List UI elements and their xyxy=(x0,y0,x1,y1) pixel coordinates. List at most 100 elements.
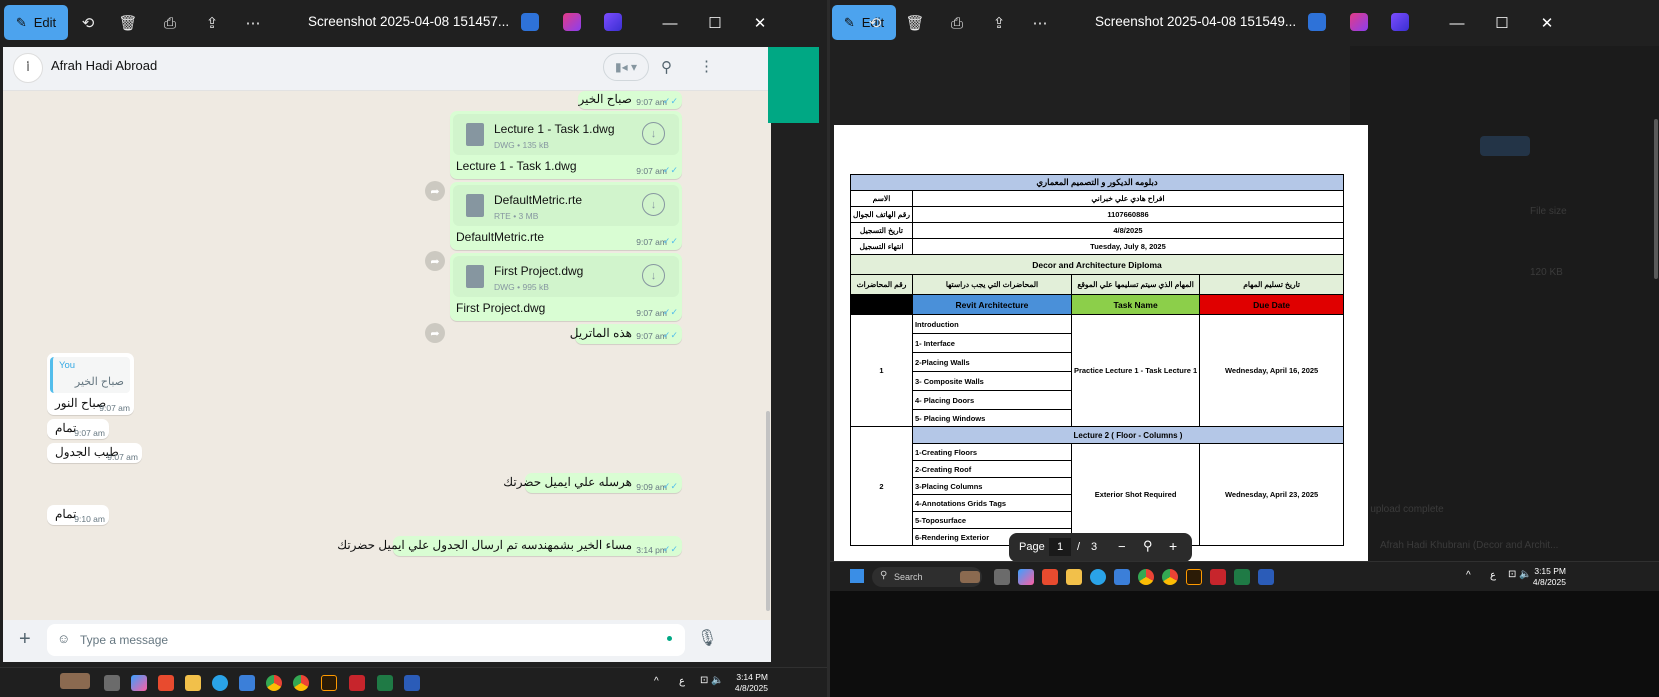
clipchamp-icon[interactable] xyxy=(1391,13,1409,31)
view-toggle[interactable] xyxy=(1480,136,1530,156)
print-icon[interactable]: ⎙ xyxy=(158,11,182,35)
message-bubble[interactable]: صباح الخير 9:07 am ✓✓ xyxy=(578,91,682,109)
file-explorer-icon[interactable] xyxy=(185,675,201,691)
document-icon xyxy=(466,265,484,288)
copilot-taskbar-icon[interactable] xyxy=(1018,569,1034,585)
snipping-tool-icon[interactable] xyxy=(1042,569,1058,585)
start-icon[interactable] xyxy=(850,569,864,583)
mcafee-icon[interactable] xyxy=(349,675,365,691)
close-icon[interactable]: ✕ xyxy=(749,12,771,34)
message-bubble[interactable]: You صباح الخير صباح النور 9:07 am xyxy=(47,353,134,415)
more-options-icon[interactable]: ⋯ xyxy=(1028,11,1052,35)
minimize-icon[interactable]: — xyxy=(1446,12,1468,34)
file-attachment[interactable]: First Project.dwg DWG • 995 kB ↓ xyxy=(453,256,679,297)
task-view-icon[interactable] xyxy=(994,569,1010,585)
forward-icon[interactable]: ➦ xyxy=(425,251,445,271)
message-bubble[interactable]: تمام 9:10 am xyxy=(47,505,109,525)
network-sound-icon[interactable]: ⊡ 🔈 xyxy=(1508,569,1532,580)
taskbar-search[interactable]: ⚲ Search xyxy=(872,567,982,587)
taskbar-clock[interactable]: 3:15 PM 4/8/2025 xyxy=(1530,566,1566,588)
close-icon[interactable]: ✕ xyxy=(1536,12,1558,34)
download-icon[interactable]: ↓ xyxy=(642,122,665,145)
quoted-message[interactable]: You صباح الخير xyxy=(50,357,130,393)
forward-icon[interactable]: ➦ xyxy=(425,181,445,201)
illustrator-icon[interactable] xyxy=(1186,569,1202,585)
quote-author: You xyxy=(59,360,76,371)
edge-icon[interactable] xyxy=(212,675,228,691)
file-message[interactable]: First Project.dwg DWG • 995 kB ↓ First P… xyxy=(450,253,682,321)
chevron-up-icon[interactable]: ^ xyxy=(1466,570,1471,581)
search-icon[interactable]: ⚲ xyxy=(661,58,672,76)
excel-icon[interactable] xyxy=(1234,569,1250,585)
chrome-profile-icon[interactable] xyxy=(293,675,309,691)
word-icon[interactable] xyxy=(1258,569,1274,585)
taskbar-clock[interactable]: 3:14 PM 4/8/2025 xyxy=(732,672,768,694)
more-options-icon[interactable]: ⋯ xyxy=(241,11,265,35)
message-bubble[interactable]: مساء الخير بشمهندسه تم ارسال الجدول علي … xyxy=(337,536,682,556)
video-call-icon[interactable]: ▮◂ ▾ xyxy=(603,53,649,81)
copilot-taskbar-icon[interactable] xyxy=(131,675,147,691)
forward-icon[interactable]: ➦ xyxy=(425,323,445,343)
zoom-in-icon[interactable]: + xyxy=(1169,538,1177,554)
file-message[interactable]: Lecture 1 - Task 1.dwg DWG • 135 kB ↓ Le… xyxy=(450,111,682,179)
avatar[interactable]: ﺃ xyxy=(13,53,43,83)
visual-search-icon[interactable]: ⟲ xyxy=(76,11,100,35)
file-attachment[interactable]: Lecture 1 - Task 1.dwg DWG • 135 kB ↓ xyxy=(453,114,679,155)
excel-icon[interactable] xyxy=(377,675,393,691)
zoom-icon[interactable]: ⚲ xyxy=(1143,538,1153,554)
word-icon[interactable] xyxy=(404,675,420,691)
download-icon[interactable]: ↓ xyxy=(642,193,665,216)
language-indicator[interactable]: ع xyxy=(679,676,685,687)
message-bubble[interactable]: طيب الجدول 9:07 am xyxy=(47,443,142,463)
edge-icon[interactable] xyxy=(1090,569,1106,585)
notepad-icon[interactable] xyxy=(239,675,255,691)
print-icon[interactable]: ⎙ xyxy=(945,11,969,35)
edit-button[interactable]: ✎ Edit xyxy=(4,5,68,40)
download-icon[interactable]: ↓ xyxy=(642,264,665,287)
scrollbar-thumb[interactable] xyxy=(766,411,770,611)
paint-app-icon[interactable] xyxy=(1308,13,1326,31)
copilot-icon[interactable] xyxy=(563,13,581,31)
mcafee-icon[interactable] xyxy=(1210,569,1226,585)
col-header-lecture-num: رقم المحاضرات xyxy=(850,274,913,295)
chevron-up-icon[interactable]: ^ xyxy=(654,676,659,687)
file-message[interactable]: DefaultMetric.rte RTE • 3 MB ↓ DefaultMe… xyxy=(450,182,682,250)
delete-icon[interactable]: 🗑 xyxy=(116,11,140,35)
contact-name[interactable]: Afrah Hadi Abroad xyxy=(51,58,157,73)
maximize-icon[interactable]: ☐ xyxy=(704,12,726,34)
widget-icon[interactable] xyxy=(60,673,90,689)
notepad-icon[interactable] xyxy=(1114,569,1130,585)
chrome-icon[interactable] xyxy=(266,675,282,691)
chrome-profile-icon[interactable] xyxy=(1162,569,1178,585)
delete-icon[interactable]: 🗑 xyxy=(903,11,927,35)
file-explorer-icon[interactable] xyxy=(1066,569,1082,585)
maximize-icon[interactable]: ☐ xyxy=(1491,12,1513,34)
chat-scrollbar[interactable] xyxy=(765,91,771,647)
copilot-icon[interactable] xyxy=(1350,13,1368,31)
paint-app-icon[interactable] xyxy=(521,13,539,31)
microphone-icon[interactable]: 🎙 xyxy=(697,628,717,648)
page-number-input[interactable]: 1 xyxy=(1049,538,1071,556)
share-icon[interactable]: ⇪ xyxy=(987,11,1011,35)
visual-search-icon-glyph[interactable]: ⟲ xyxy=(863,11,887,35)
message-bubble[interactable]: تمام 9:07 am xyxy=(47,419,109,439)
clipchamp-icon[interactable] xyxy=(604,13,622,31)
chrome-icon[interactable] xyxy=(1138,569,1154,585)
viewer-scrollbar[interactable] xyxy=(1654,119,1658,279)
attach-icon[interactable]: + xyxy=(19,628,31,651)
language-indicator[interactable]: ع xyxy=(1490,570,1496,581)
message-bubble[interactable]: هرسله علي ايميل حضرتك 9:09 am ✓✓ xyxy=(503,473,682,493)
message-bubble[interactable]: هذه الماتريل 9:07 am ✓✓ xyxy=(570,324,682,344)
menu-icon[interactable]: ⋮ xyxy=(699,57,714,75)
message-input[interactable]: ☺ Type a message xyxy=(47,624,685,656)
share-icon[interactable]: ⇪ xyxy=(200,11,224,35)
illustrator-icon[interactable] xyxy=(321,675,337,691)
zoom-out-icon[interactable]: − xyxy=(1118,539,1126,554)
emoji-icon[interactable]: ☺ xyxy=(57,631,70,646)
read-ticks-icon: ✓✓ xyxy=(662,96,678,106)
file-attachment[interactable]: DefaultMetric.rte RTE • 3 MB ↓ xyxy=(453,185,679,226)
snipping-tool-icon[interactable] xyxy=(158,675,174,691)
task-view-icon[interactable] xyxy=(104,675,120,691)
network-sound-icon[interactable]: ⊡ 🔈 xyxy=(700,675,724,686)
minimize-icon[interactable]: — xyxy=(659,12,681,34)
